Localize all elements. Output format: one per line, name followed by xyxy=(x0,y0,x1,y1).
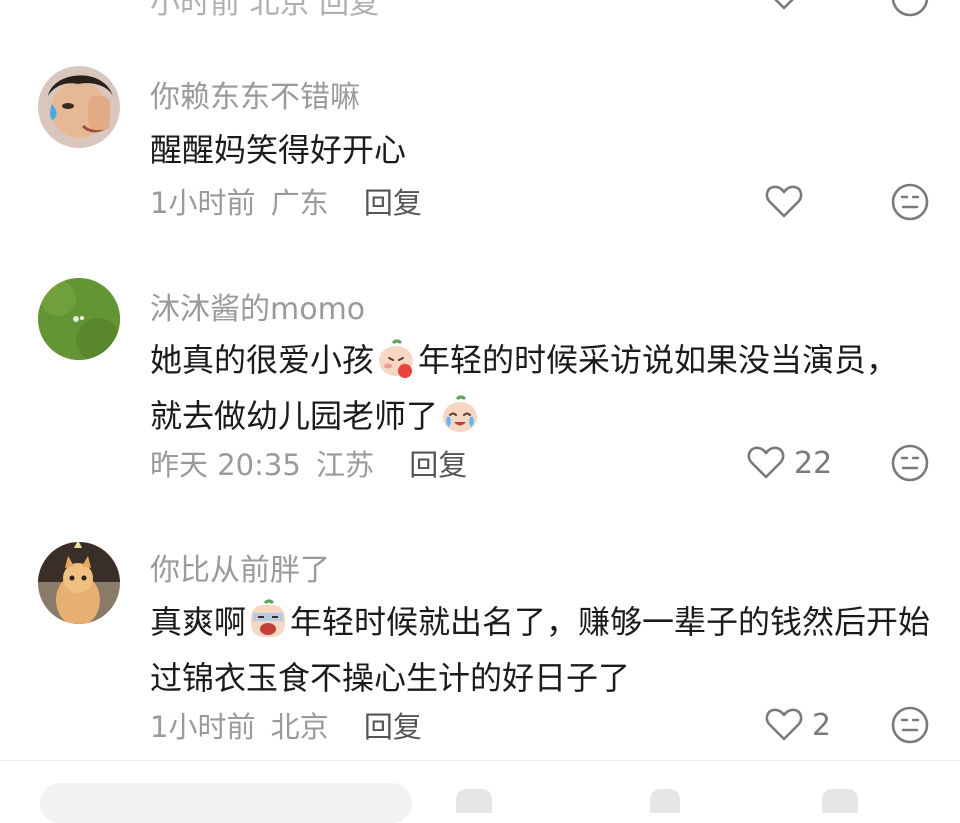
at-icon[interactable] xyxy=(650,789,680,813)
comment-time: 1小时前 xyxy=(150,710,256,744)
screaming-emoji xyxy=(251,599,286,637)
avatar[interactable] xyxy=(38,542,120,624)
avatar[interactable] xyxy=(38,278,120,360)
image-icon[interactable] xyxy=(822,789,858,813)
comment-text: 真爽啊 年轻时候就出名了，赚够一辈子的钱然后开始过锦衣玉食不操心生计的好日子了 xyxy=(150,594,940,706)
neutral-face-icon[interactable] xyxy=(890,182,930,222)
heart-outline-icon[interactable] xyxy=(764,0,804,14)
comment-time: 昨天 20:35 xyxy=(150,448,301,482)
like-button[interactable] xyxy=(764,182,812,222)
avatar[interactable] xyxy=(38,66,120,148)
heart-outline-icon xyxy=(765,708,803,741)
like-button[interactable]: 22 xyxy=(746,443,832,483)
previous-comment-meta: 小时前 北京 回复 xyxy=(150,0,380,21)
comment-username[interactable]: 沐沐酱的momo xyxy=(150,284,365,328)
emoji-icon[interactable] xyxy=(456,789,492,813)
comment-meta: 1小时前 北京 回复 xyxy=(150,704,422,746)
comment-location: 广东 xyxy=(270,186,329,220)
comment-username[interactable]: 你比从前胖了 xyxy=(150,545,330,589)
neutral-face-icon[interactable] xyxy=(890,443,930,483)
neutral-face-icon[interactable] xyxy=(890,705,930,745)
blushing-shy-emoji xyxy=(379,339,414,378)
crying-laughing-emoji xyxy=(443,395,478,432)
comment-meta: 昨天 20:35 江苏 回复 xyxy=(150,442,467,484)
comment-text: 她真的很爱小孩 年轻的时候采访说如果没当演员， 就去做幼儿园老师了 xyxy=(150,332,940,444)
neutral-face-icon[interactable] xyxy=(890,0,930,18)
reply-button[interactable]: 回复 xyxy=(364,186,422,220)
heart-outline-icon xyxy=(747,446,785,479)
comment-username[interactable]: 你赖东东不错嘛 xyxy=(150,72,360,116)
comment-text: 醒醒妈笑得好开心 xyxy=(150,131,407,169)
reply-button[interactable]: 回复 xyxy=(409,448,467,482)
comment-input-bar xyxy=(0,760,960,823)
comment-location: 江苏 xyxy=(316,448,375,482)
reply-button[interactable]: 回复 xyxy=(364,710,422,744)
comment-time: 1小时前 xyxy=(150,186,256,220)
comment-location: 北京 xyxy=(270,710,329,744)
heart-outline-icon xyxy=(765,185,803,218)
like-button[interactable]: 2 xyxy=(764,705,831,745)
like-count: 2 xyxy=(812,707,832,743)
comment-input[interactable] xyxy=(40,783,412,823)
like-count: 22 xyxy=(794,445,833,481)
comment-meta: 1小时前 广东 回复 xyxy=(150,180,422,222)
